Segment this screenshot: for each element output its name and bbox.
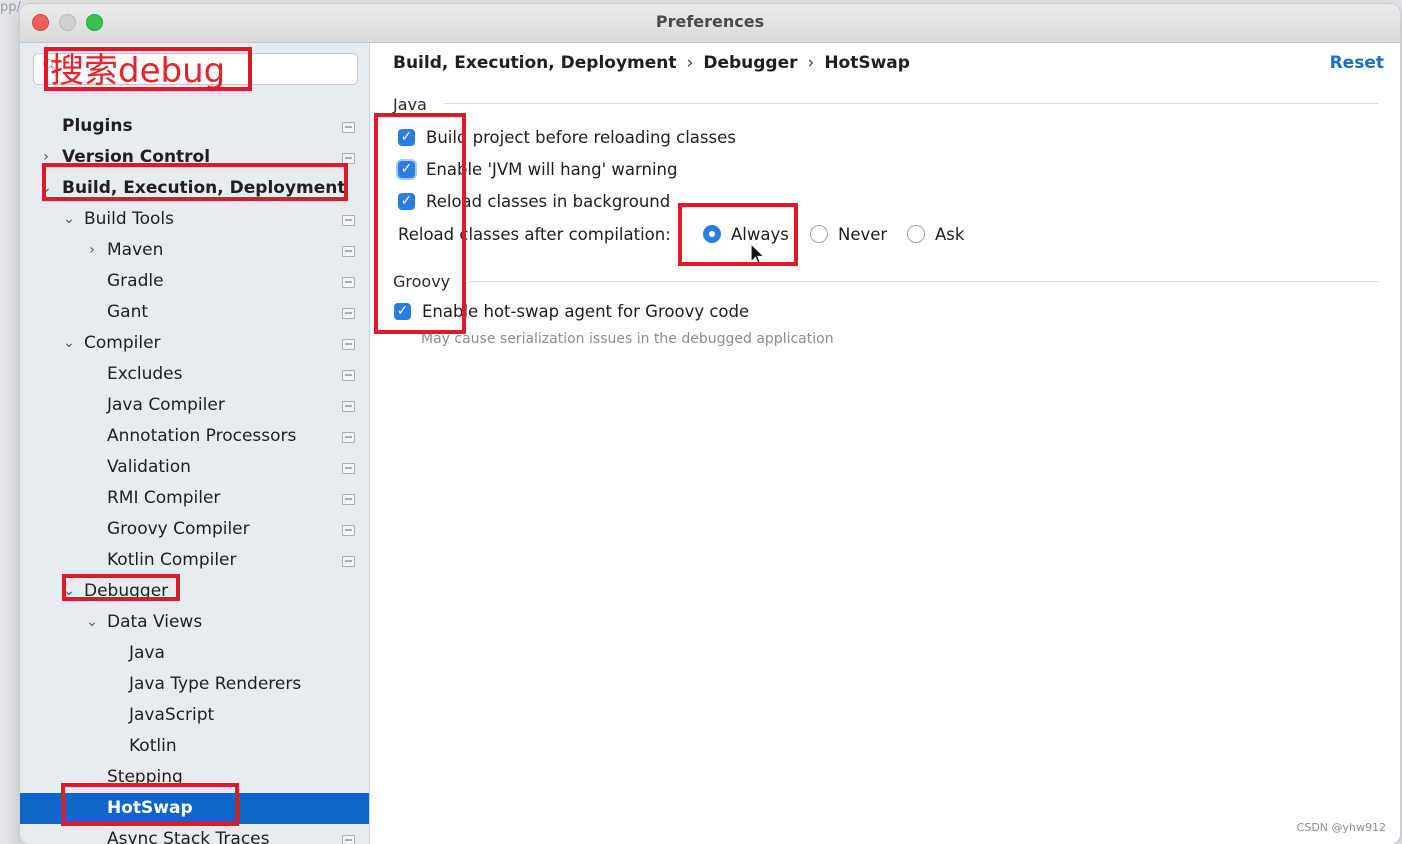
annotation-box-hotswap <box>61 783 239 826</box>
watermark-text: CSDN @yhw912 <box>1296 821 1386 834</box>
annotation-box-build-execution <box>42 163 348 201</box>
chevron-down-icon[interactable]: ⌄ <box>61 204 77 235</box>
sidebar-item-label: RMI Compiler <box>107 488 221 508</box>
sidebar-item-maven[interactable]: › Maven <box>20 235 369 266</box>
sidebar-item-label: JavaScript <box>129 705 215 725</box>
title-bar: Preferences <box>20 4 1400 43</box>
breadcrumb-separator: › <box>807 53 815 73</box>
sidebar-item-async-stack-traces[interactable]: Async Stack Traces <box>20 824 369 844</box>
sidebar-item-label: Gant <box>107 302 149 322</box>
sidebar-item-label: Maven <box>107 240 164 260</box>
project-settings-icon <box>342 370 355 381</box>
project-settings-icon <box>342 525 355 536</box>
breadcrumb-item: HotSwap <box>824 53 910 73</box>
sidebar-item-label: Plugins <box>62 116 133 136</box>
reset-link[interactable]: Reset <box>1330 53 1384 73</box>
project-settings-icon <box>342 556 355 567</box>
checkbox-label: Enable hot-swap agent for Groovy code <box>422 302 750 321</box>
chevron-down-icon[interactable]: ⌄ <box>84 607 100 638</box>
project-settings-icon <box>342 215 355 226</box>
sidebar-item-java-type-renderers[interactable]: Java Type Renderers <box>20 669 369 700</box>
project-settings-icon <box>342 494 355 505</box>
breadcrumb-item[interactable]: Debugger <box>703 53 797 73</box>
sidebar-item-gradle[interactable]: Gradle <box>20 266 369 297</box>
sidebar-item-label: Validation <box>107 457 191 477</box>
annotation-box-always <box>678 203 798 266</box>
sidebar-item-kotlin-compiler[interactable]: Kotlin Compiler <box>20 545 369 576</box>
project-settings-icon <box>342 339 355 350</box>
project-settings-icon <box>342 401 355 412</box>
window-title: Preferences <box>655 12 765 31</box>
section-title-java: Java <box>393 95 427 114</box>
sidebar-item-gant[interactable]: Gant <box>20 297 369 328</box>
section-divider <box>468 281 1378 282</box>
sidebar-item-rmi-compiler[interactable]: RMI Compiler <box>20 483 369 514</box>
project-settings-icon <box>342 246 355 257</box>
sidebar-item-data-views[interactable]: ⌄ Data Views <box>20 607 369 638</box>
sidebar-item-plugins[interactable]: Plugins <box>20 111 369 142</box>
sidebar-item-label: Gradle <box>107 271 164 291</box>
project-settings-icon <box>342 463 355 474</box>
preferences-window: Preferences 🔍︎ 搜索debug Plugins › Version… <box>20 4 1400 844</box>
sidebar-item-groovy-compiler[interactable]: Groovy Compiler <box>20 514 369 545</box>
sidebar-item-label: Build Tools <box>84 209 174 229</box>
radio-label-ask[interactable]: Ask <box>935 223 964 247</box>
sidebar-item-label: Java <box>129 643 165 663</box>
radio-ask[interactable] <box>907 225 925 243</box>
sidebar-item-label: Excludes <box>107 364 183 384</box>
sidebar-item-validation[interactable]: Validation <box>20 452 369 483</box>
groovy-hint-text: May cause serialization issues in the de… <box>421 331 834 347</box>
project-settings-icon <box>342 277 355 288</box>
sidebar-item-label: Data Views <box>107 612 203 632</box>
chevron-down-icon[interactable]: ⌄ <box>61 328 77 359</box>
sidebar-item-label: Java Type Renderers <box>129 674 302 694</box>
sidebar-item-label: Async Stack Traces <box>107 829 270 844</box>
sidebar-item-label: Kotlin Compiler <box>107 550 237 570</box>
sidebar-item-kotlin[interactable]: Kotlin <box>20 731 369 762</box>
sidebar-item-label: Annotation Processors <box>107 426 297 446</box>
sidebar-item-label: Groovy Compiler <box>107 519 250 539</box>
project-settings-icon <box>342 835 355 844</box>
sidebar-item-compiler[interactable]: ⌄ Compiler <box>20 328 369 359</box>
sidebar-item-label: Compiler <box>84 333 161 353</box>
sidebar-item-label: Java Compiler <box>107 395 225 415</box>
sidebar-item-java-compiler[interactable]: Java Compiler <box>20 390 369 421</box>
radio-never[interactable] <box>810 225 828 243</box>
checkbox-label: Build project before reloading classes <box>426 128 736 147</box>
chevron-right-icon[interactable]: › <box>84 235 100 266</box>
project-settings-icon <box>342 122 355 133</box>
annotation-box-debugger <box>62 574 180 601</box>
radio-label-never[interactable]: Never <box>838 223 887 247</box>
annotation-box-search <box>44 47 252 91</box>
settings-content-panel: Build, Execution, Deployment › Debugger › Ho… <box>370 43 1400 844</box>
sidebar-item-label: Kotlin <box>129 736 177 756</box>
breadcrumb-item[interactable]: Build, Execution, Deployment <box>393 53 677 73</box>
sidebar-item-javascript[interactable]: JavaScript <box>20 700 369 731</box>
breadcrumb-separator: › <box>686 53 694 73</box>
annotation-box-checkboxes <box>374 113 466 334</box>
section-divider <box>444 103 1378 104</box>
sidebar-item-build-tools[interactable]: ⌄ Build Tools <box>20 204 369 235</box>
sidebar-item-java[interactable]: Java <box>20 638 369 669</box>
sidebar-item-annotation-processors[interactable]: Annotation Processors <box>20 421 369 452</box>
breadcrumb: Build, Execution, Deployment › Debugger › Ho… <box>393 53 910 73</box>
sidebar-item-excludes[interactable]: Excludes <box>20 359 369 390</box>
project-settings-icon <box>342 308 355 319</box>
project-settings-icon <box>342 432 355 443</box>
